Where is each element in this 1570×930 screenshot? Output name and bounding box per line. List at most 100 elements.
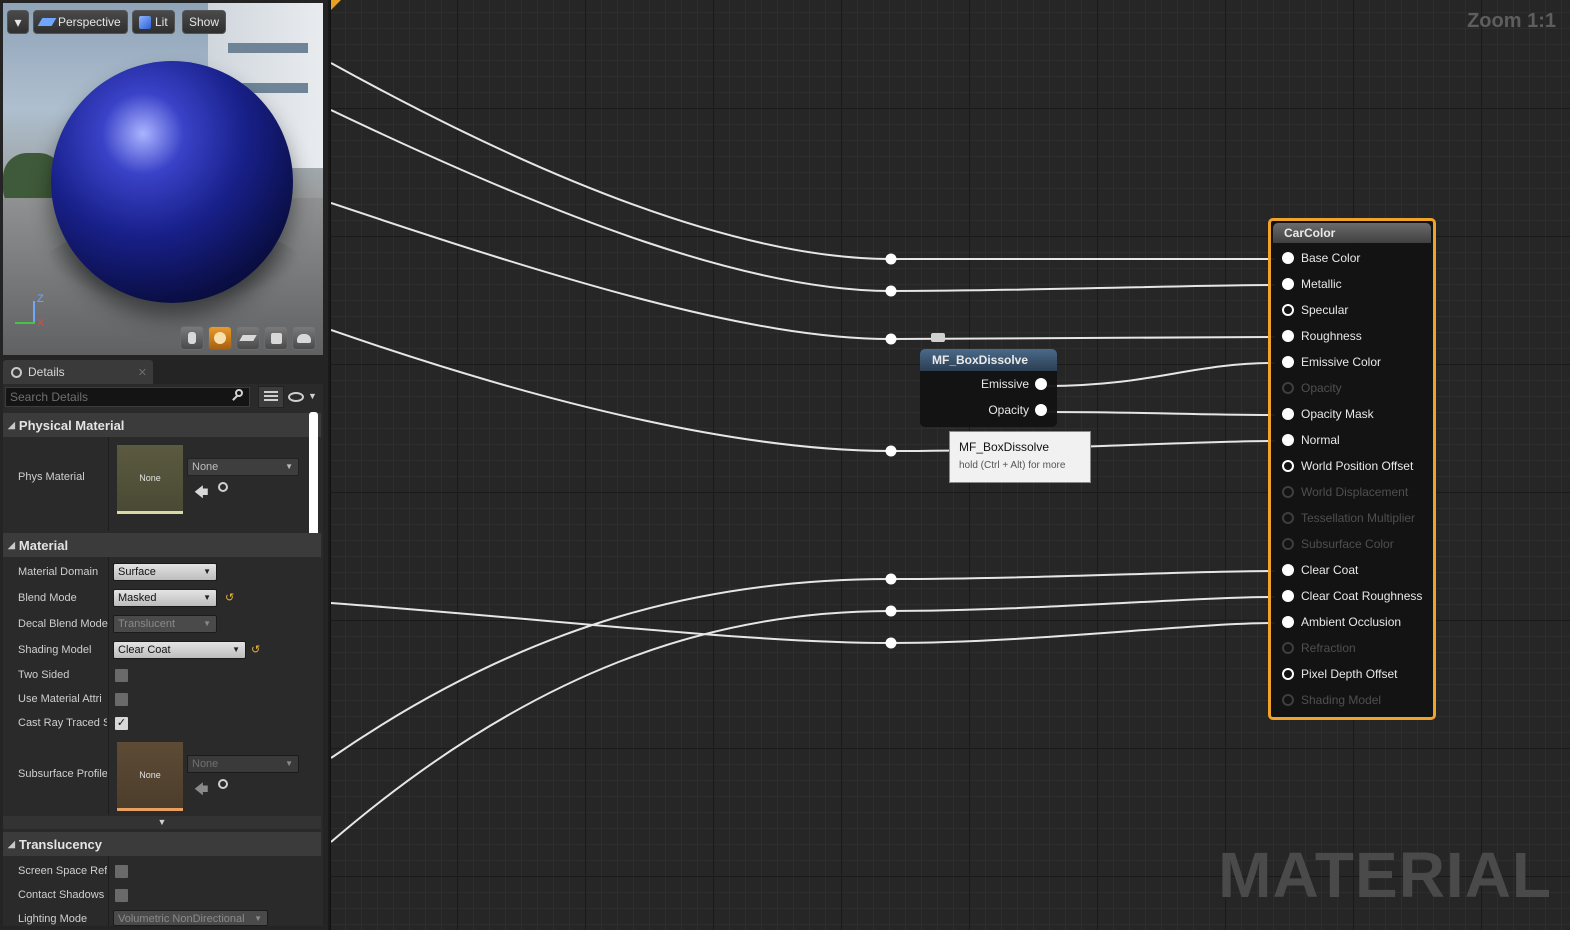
input-pin-world-position-offset[interactable]: World Position Offset (1268, 453, 1433, 479)
two-sided-checkbox[interactable] (114, 668, 129, 683)
wire-metallic-to-node (890, 284, 1276, 292)
input-pin-icon (1282, 460, 1294, 472)
output-pin-icon (1035, 378, 1047, 390)
reroute-node (885, 445, 897, 457)
pin-label: Normal (1301, 433, 1340, 447)
perspective-button[interactable]: Perspective (33, 10, 128, 34)
reroute-node (885, 253, 897, 265)
wire-ambient-occlusion-to-node (890, 622, 1276, 644)
cylinder-icon[interactable] (180, 326, 204, 350)
material-preview-viewport[interactable]: ▾ Perspective Lit Show Z X (3, 3, 323, 355)
use-selected-arrow-icon[interactable]: 🡄 (194, 779, 208, 803)
input-pin-emissive-color[interactable]: Emissive Color (1268, 349, 1433, 375)
opacity-output-pin[interactable]: Opacity (920, 397, 1057, 423)
preview-shape-toolbar (180, 326, 316, 350)
decal-blend-mode-dropdown[interactable]: Translucent (113, 615, 217, 633)
custom-mesh-icon[interactable] (292, 326, 316, 350)
reset-to-default-icon[interactable]: ↺ (225, 591, 234, 604)
material-section-header[interactable]: ◢ Material (3, 533, 321, 557)
wire-normal (331, 329, 892, 452)
pin-label: Opacity (1301, 381, 1342, 395)
input-pin-icon (1282, 590, 1294, 602)
translucency-section-header[interactable]: ◢ Translucency (3, 832, 321, 856)
lighting-mode-label: Lighting Mode (18, 913, 88, 925)
phys-material-thumbnail[interactable]: None (117, 445, 183, 514)
material-graph-canvas[interactable]: Zoom 1:1 MATERIAL MF_BoxDissolve Emissiv… (330, 0, 1570, 930)
two-sided-label: Two Sided (18, 669, 70, 681)
blend-mode-dropdown[interactable]: Masked (113, 589, 217, 607)
close-tab-icon[interactable]: ✕ (138, 366, 147, 379)
shading-model-label: Shading Model (18, 644, 92, 656)
phys-material-dropdown[interactable]: None (187, 458, 299, 476)
input-pin-pixel-depth-offset[interactable]: Pixel Depth Offset (1268, 661, 1433, 687)
material-domain-label: Material Domain (18, 566, 99, 578)
viewport-options-button[interactable]: ▾ (7, 10, 29, 34)
car-color-result-node[interactable]: CarColor Base Color Metallic Specular Rough… (1268, 218, 1436, 720)
pin-label: Tessellation Multiplier (1301, 511, 1416, 525)
emissive-output-pin[interactable]: Emissive (920, 371, 1057, 397)
wire-metallic (331, 109, 892, 292)
comment-bubble-icon[interactable] (931, 333, 945, 342)
input-pin-icon (1282, 304, 1294, 316)
browse-icon[interactable] (218, 779, 228, 789)
input-pin-base-color[interactable]: Base Color (1268, 245, 1433, 271)
wire-ambient-occlusion (331, 602, 892, 644)
property-matrix-button[interactable] (258, 386, 284, 408)
input-pin-clear-coat-roughness[interactable]: Clear Coat Roughness (1268, 583, 1433, 609)
input-pin-roughness[interactable]: Roughness (1268, 323, 1433, 349)
reset-to-default-icon[interactable]: ↺ (251, 643, 260, 656)
shading-model-dropdown[interactable]: Clear Coat (113, 641, 246, 659)
input-pin-icon (1282, 382, 1294, 394)
reroute-node (885, 637, 897, 649)
input-pin-icon (1282, 356, 1294, 368)
column-divider (108, 557, 109, 815)
pin-label: Emissive Color (1301, 355, 1382, 369)
input-pin-clear-coat[interactable]: Clear Coat (1268, 557, 1433, 583)
cube-icon[interactable] (264, 326, 288, 350)
plane-icon[interactable] (236, 326, 260, 350)
input-pin-normal[interactable]: Normal (1268, 427, 1433, 453)
pin-label: Pixel Depth Offset (1301, 667, 1398, 681)
input-pin-ambient-occlusion[interactable]: Ambient Occlusion (1268, 609, 1433, 635)
expand-down-icon: ▼ (157, 817, 167, 827)
input-pin-specular[interactable]: Specular (1268, 297, 1433, 323)
wire-emissive (1046, 362, 1276, 387)
physical-material-section-header[interactable]: ◢ Physical Material (3, 413, 321, 437)
input-pin-icon (1282, 668, 1294, 680)
subsurface-profile-dropdown[interactable]: None (187, 755, 299, 773)
axis-gizmo: Z X (11, 293, 51, 333)
lit-cube-icon (139, 15, 151, 29)
details-tab[interactable]: Details ✕ (3, 360, 153, 384)
scrollbar-thumb[interactable] (309, 412, 318, 540)
use-selected-arrow-icon[interactable]: 🡄 (194, 482, 208, 506)
subsurface-profile-thumbnail[interactable]: None (117, 742, 183, 811)
screen-space-reflections-checkbox[interactable] (114, 864, 129, 879)
z-axis-label: Z (37, 293, 44, 305)
eye-icon (288, 392, 304, 402)
pin-label: Ambient Occlusion (1301, 615, 1402, 629)
cast-ray-traced-shadows-checkbox[interactable]: ✓ (114, 716, 129, 731)
output-pin-icon (1035, 404, 1047, 416)
input-pin-icon (1282, 330, 1294, 342)
lighting-mode-dropdown[interactable]: Volumetric NonDirectional (113, 910, 268, 926)
visibility-options-button[interactable]: ▼ (288, 391, 318, 405)
search-details-input[interactable]: Search Details (5, 387, 250, 407)
input-pin-opacity-mask[interactable]: Opacity Mask (1268, 401, 1433, 427)
material-domain-dropdown[interactable]: Surface (113, 563, 217, 581)
sphere-icon[interactable] (208, 326, 232, 350)
box-dissolve-function-node[interactable]: MF_BoxDissolve Emissive Opacity (920, 349, 1057, 427)
pin-label: Refraction (1301, 641, 1356, 655)
show-label: Show (189, 15, 220, 29)
use-material-attributes-checkbox[interactable] (114, 692, 129, 707)
reroute-node (885, 605, 897, 617)
show-button[interactable]: Show (182, 10, 227, 34)
lit-button[interactable]: Lit (132, 10, 175, 34)
input-pin-metallic[interactable]: Metallic (1268, 271, 1433, 297)
contact-shadows-checkbox[interactable] (114, 888, 129, 903)
input-pin-icon (1282, 486, 1294, 498)
x-axis-label: X (37, 317, 45, 329)
advanced-expander[interactable]: ▼ (3, 816, 321, 829)
browse-icon[interactable] (218, 482, 228, 492)
pin-label: Metallic (1301, 277, 1342, 291)
pin-label: Subsurface Color (1301, 537, 1394, 551)
